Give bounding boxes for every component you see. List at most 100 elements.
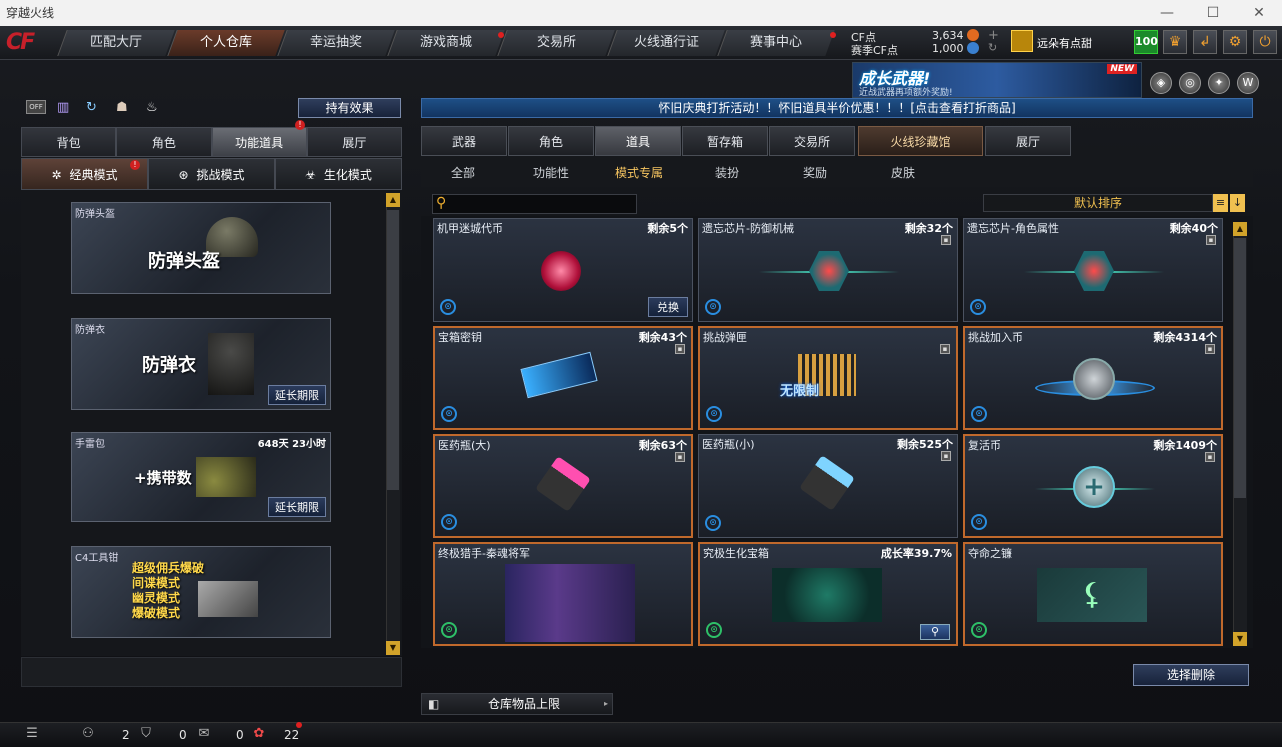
stats-icon[interactable]: ▥: [57, 100, 73, 116]
subtab-functional[interactable]: 功能性: [508, 162, 594, 184]
scroll-down-arrow[interactable]: ▼: [1233, 632, 1247, 646]
item-card[interactable]: 挑战加入币 剩余4314个 ▪ ⊙: [963, 326, 1223, 430]
subtab-mode-exclusive[interactable]: 模式专属: [596, 162, 682, 184]
sort-select[interactable]: 默认排序: [983, 194, 1213, 212]
info-icon[interactable]: ⊙: [971, 622, 987, 638]
info-icon[interactable]: ⊙: [705, 515, 721, 531]
scroll-thumb[interactable]: [387, 210, 399, 490]
subtab-outfit[interactable]: 装扮: [684, 162, 770, 184]
mode-zombie[interactable]: ☣ 生化模式: [275, 158, 402, 190]
item-card[interactable]: 医药瓶(大) 剩余63个 ▪ ⊙: [433, 434, 693, 538]
scroll-down-arrow[interactable]: ▼: [386, 641, 400, 655]
item-c4-pliers[interactable]: C4工具钳 超级佣兵爆破 间谍模式 幽灵模式 爆破模式: [71, 546, 331, 638]
friends-icon[interactable]: ⚇: [80, 726, 96, 742]
search-input[interactable]: [432, 194, 637, 214]
rtab-showroom[interactable]: 展厅: [985, 126, 1071, 156]
list-view-icon[interactable]: ≡: [1213, 194, 1228, 212]
info-icon[interactable]: ⊙: [970, 299, 986, 315]
exchange-button[interactable]: 兑换: [648, 297, 688, 317]
info-icon[interactable]: ⊙: [706, 406, 722, 422]
info-icon[interactable]: ⊙: [441, 406, 457, 422]
power-icon[interactable]: ⏻: [1253, 30, 1277, 54]
nav-tab-personal-warehouse[interactable]: 个人仓库: [167, 30, 285, 56]
info-icon[interactable]: ⊙: [705, 299, 721, 315]
w-logo-icon[interactable]: W: [1237, 72, 1259, 94]
nav-tab-lucky-draw[interactable]: 幸运抽奖: [277, 30, 395, 56]
globe-icon[interactable]: ◎: [1179, 72, 1201, 94]
mode-challenge[interactable]: ⊛ 挑战模式: [148, 158, 275, 190]
item-grenade-pack[interactable]: 手雷包 648天 23小时 +携带数 延长期限: [71, 432, 331, 522]
item-card[interactable]: 宝箱密钥 剩余43个 ▪ ⊙: [433, 326, 693, 430]
rtab-exchange[interactable]: 交易所: [769, 126, 855, 156]
gift-icon[interactable]: ✿: [251, 726, 267, 742]
tab-showroom[interactable]: 展厅: [306, 127, 402, 157]
sort-arrow-icon[interactable]: ↓: [1230, 194, 1245, 212]
scroll-thumb[interactable]: [1234, 238, 1246, 498]
gear-icon[interactable]: ⚙: [1223, 30, 1247, 54]
tab-backpack[interactable]: 背包: [21, 127, 117, 157]
select-delete-button[interactable]: 选择删除: [1133, 664, 1249, 686]
search-icon[interactable]: ⚲: [920, 624, 950, 640]
info-icon[interactable]: ⊙: [971, 514, 987, 530]
chat-icon[interactable]: ✉: [196, 726, 212, 742]
held-effects-button[interactable]: 持有效果: [298, 98, 401, 118]
nav-tab-events[interactable]: 赛事中心: [717, 30, 835, 56]
menu-icon[interactable]: ☰: [24, 726, 40, 742]
info-icon[interactable]: ⊙: [441, 514, 457, 530]
info-icon[interactable]: ⊙: [971, 406, 987, 422]
rtab-characters[interactable]: 角色: [508, 126, 594, 156]
promo-banner[interactable]: 成长武器! 近战武器再项额外奖励! NEW: [852, 62, 1142, 98]
rtab-items[interactable]: 道具: [595, 126, 681, 156]
warehouse-limit-button[interactable]: ◧ 仓库物品上限 ▸: [421, 693, 613, 715]
friends-count: 2: [122, 728, 130, 742]
scroll-up-arrow[interactable]: ▲: [386, 193, 400, 207]
subtab-all[interactable]: 全部: [420, 162, 506, 184]
shield-badge-icon[interactable]: ◈: [1150, 72, 1172, 94]
tab-character[interactable]: 角色: [116, 127, 212, 157]
tab-function-items[interactable]: 功能道具: [211, 127, 307, 157]
discount-notice[interactable]: 怀旧庆典打折活动！！怀旧道具半价优惠！！！[点击查看打折商品]: [421, 98, 1253, 118]
item-card[interactable]: 挑战弹匣 ▪ 无限制 ⊙: [698, 326, 958, 430]
item-helmet[interactable]: 防弹头盔 防弹头盔: [71, 202, 331, 294]
bag-icon[interactable]: ♨: [146, 100, 162, 116]
nav-tab-exchange[interactable]: 交易所: [497, 30, 615, 56]
alert-badge: !: [130, 160, 140, 170]
item-card[interactable]: 复活币 剩余1409个 ▪ + ⊙: [963, 434, 1223, 538]
item-card[interactable]: 究极生化宝箱 成长率39.7% ⊙ ⚲: [698, 542, 958, 646]
info-icon[interactable]: ⊙: [706, 622, 722, 638]
subtab-skins[interactable]: 皮肤: [860, 162, 946, 184]
rank-icon[interactable]: ♛: [1163, 30, 1187, 54]
item-card[interactable]: 夺命之镰 ⚸ ⊙: [963, 542, 1223, 646]
extend-button[interactable]: 延长期限: [268, 497, 326, 517]
item-card[interactable]: 遗忘芯片-角色属性 剩余40个 ▪ ⊙: [963, 218, 1223, 322]
off-toggle[interactable]: OFF: [26, 100, 46, 114]
cycle-icon[interactable]: ↻: [86, 100, 102, 116]
refresh-icon[interactable]: ↻: [988, 41, 997, 54]
item-vest[interactable]: 防弹衣 防弹衣 延长期限: [71, 318, 331, 410]
item-card[interactable]: 终极猎手-秦魂将军 ⊙: [433, 542, 693, 646]
return-icon[interactable]: ↲: [1193, 30, 1217, 54]
clan-shield-icon[interactable]: ⛉: [138, 726, 154, 742]
wings-icon[interactable]: ✦: [1208, 72, 1230, 94]
info-icon[interactable]: ⊙: [440, 299, 456, 315]
nav-tab-battle-pass[interactable]: 火线通行证: [607, 30, 725, 56]
scroll-up-arrow[interactable]: ▲: [1233, 222, 1247, 236]
rtab-temp-box[interactable]: 暂存箱: [682, 126, 768, 156]
item-card[interactable]: 机甲迷城代币 剩余5个 ⊙ 兑换: [433, 218, 693, 322]
mode-classic[interactable]: ✲ 经典模式: [21, 158, 148, 190]
close-button[interactable]: ✕: [1236, 0, 1282, 26]
minimize-button[interactable]: —: [1144, 0, 1190, 26]
nav-tab-match-lobby[interactable]: 匹配大厅: [57, 30, 175, 56]
subtab-rewards[interactable]: 奖励: [772, 162, 858, 184]
info-icon[interactable]: ⊙: [441, 622, 457, 638]
item-card[interactable]: 遗忘芯片-防御机械 剩余32个 ▪ ⊙: [698, 218, 958, 322]
character-icon[interactable]: ☗: [116, 100, 132, 116]
item-card[interactable]: 医药瓶(小) 剩余525个 ▪ ⊙: [698, 434, 958, 538]
left-footer: [21, 657, 402, 687]
rtab-collection[interactable]: 火线珍藏馆: [858, 126, 983, 156]
extend-button[interactable]: 延长期限: [268, 385, 326, 405]
nav-tab-game-mall[interactable]: 游戏商城: [387, 30, 505, 56]
maximize-button[interactable]: ☐: [1190, 0, 1236, 26]
avatar[interactable]: [1011, 30, 1033, 52]
rtab-weapons[interactable]: 武器: [421, 126, 507, 156]
